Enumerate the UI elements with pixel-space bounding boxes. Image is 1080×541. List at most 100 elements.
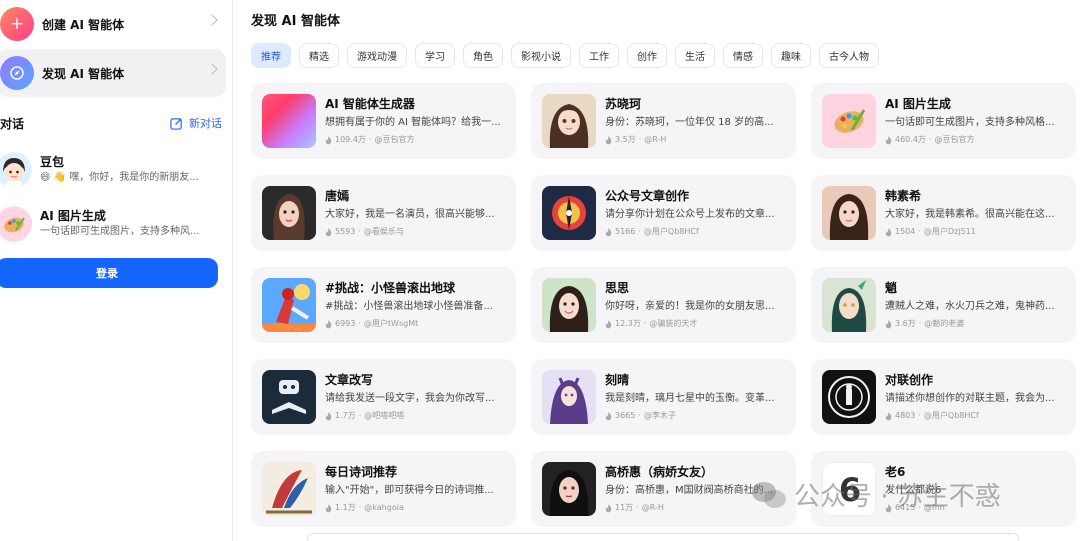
agent-title: #挑战：小怪兽滚出地球 xyxy=(325,281,456,295)
author-name: @豆包官方 xyxy=(374,135,415,144)
sidebar-item-discover-agent[interactable]: 发现 AI 智能体 xyxy=(0,49,226,97)
fire-icon xyxy=(325,319,332,328)
agent-card[interactable]: #挑战：小怪兽滚出地球 #挑战：小怪兽滚出地球小怪兽准备... 6993 · @用户… xyxy=(251,267,516,343)
tab-fun[interactable]: 趣味 xyxy=(771,43,811,68)
agent-description: 一句话即可生成图片，支持多种风格... xyxy=(885,117,1055,128)
agent-thumbnail xyxy=(262,186,316,240)
meta-separator: · xyxy=(358,411,362,420)
agent-card[interactable]: 唐嫣 大家好，我是一名演员，很高兴能够... 5593 · @看娱乐与 xyxy=(251,175,516,251)
agent-card[interactable]: AI 智能体生成器 想拥有属于你的 AI 智能体吗？给我一... 109.4万 ·… xyxy=(251,83,516,159)
usage-count: 6415 xyxy=(895,503,916,512)
agent-card[interactable]: 文章改写 请给我发送一段文字，我会为你改写... 1.7万 · @吧嗒吧嗒 xyxy=(251,359,516,435)
author-name: @豆包官方 xyxy=(934,135,975,144)
conversations-header: 对话 新对话 xyxy=(0,114,222,132)
tab-creation[interactable]: 创作 xyxy=(627,43,667,68)
usage-count: 1.1万 xyxy=(335,503,356,512)
agent-meta: 6415 · @fnn xyxy=(885,502,1067,514)
meta-separator: · xyxy=(638,411,641,420)
agent-thumbnail xyxy=(822,94,876,148)
agent-description: 身份：苏晓珂，一位年仅 18 岁的高... xyxy=(605,117,774,128)
agent-description: 请分享你计划在公众号上发布的文章... xyxy=(605,209,775,220)
tab-characters[interactable]: 角色 xyxy=(463,43,503,68)
agent-description: #挑战：小怪兽滚出地球小怪兽准备... xyxy=(325,301,493,312)
agent-card[interactable]: AI 图片生成 一句话即可生成图片，支持多种风格... 460.4万 · @豆包官方 xyxy=(811,83,1076,159)
tab-work[interactable]: 工作 xyxy=(579,43,619,68)
tab-life[interactable]: 生活 xyxy=(675,43,715,68)
agent-meta: 6993 · @用户tWsgMt xyxy=(325,318,507,330)
author-name: @fnn xyxy=(923,503,945,512)
usage-count: 4803 xyxy=(895,411,916,420)
meta-separator: · xyxy=(918,319,922,328)
plus-icon: + xyxy=(0,7,34,41)
agent-card[interactable]: 公众号文章创作 请分享你计划在公众号上发布的文章... 5166 · @用户Qb8H… xyxy=(531,175,796,251)
agent-title: 公众号文章创作 xyxy=(605,189,690,203)
agent-title: 高桥惠（病娇女友） xyxy=(605,465,714,479)
agent-grid: AI 智能体生成器 想拥有属于你的 AI 智能体吗？给我一... 109.4万 ·… xyxy=(251,83,1077,527)
conversation-name: AI 图片生成 xyxy=(40,209,106,223)
tab-recommended[interactable]: 推荐 xyxy=(251,43,291,68)
author-name: @李木子 xyxy=(643,411,676,420)
agent-meta: 3665 · @李木子 xyxy=(605,410,787,422)
fire-icon xyxy=(885,319,892,328)
fire-icon xyxy=(605,411,612,420)
agent-card[interactable]: 对联创作 请描述你想创作的对联主题，我会为... 4803 · @用户Qb8HCf xyxy=(811,359,1076,435)
agent-description: 遭贼人之难，水火刀兵之难，鬼神药... xyxy=(885,301,1055,312)
agent-title: AI 图片生成 xyxy=(885,97,951,111)
tab-film-novels[interactable]: 影视小说 xyxy=(511,43,571,68)
fire-icon xyxy=(885,135,892,144)
author-name: @骗装的天才 xyxy=(649,319,698,328)
agent-card[interactable]: 苏晓珂 身份：苏晓珂，一位年仅 18 岁的高... 3.5万 · @R-H xyxy=(531,83,796,159)
fire-icon xyxy=(325,227,332,236)
sidebar-item-create-agent[interactable]: + 创建 AI 智能体 xyxy=(0,0,226,48)
author-name: @看娱乐与 xyxy=(363,227,404,236)
meta-separator: · xyxy=(636,503,639,512)
category-tabs: 推荐 精选 游戏动漫 学习 角色 影视小说 工作 创作 生活 情感 趣味 古今人… xyxy=(251,43,879,68)
fire-icon xyxy=(885,503,892,512)
agent-meta: 1504 · @用户Dzj511 xyxy=(885,226,1067,238)
meta-separator: · xyxy=(368,135,372,144)
fire-icon xyxy=(885,227,892,236)
new-chat-button[interactable]: 新对话 xyxy=(170,115,222,131)
conversation-item[interactable]: AI 图片生成 一句话即可生成图片，支持多种风... xyxy=(0,201,222,247)
tab-featured[interactable]: 精选 xyxy=(299,43,339,68)
tab-historical-figures[interactable]: 古今人物 xyxy=(819,43,879,68)
agent-title: 对联创作 xyxy=(885,373,934,387)
agent-meta: 460.4万 · @豆包官方 xyxy=(885,134,1067,146)
avatar xyxy=(0,206,32,242)
agent-card[interactable]: 刻晴 我是刻晴，璃月七星中的玉衡。变革... 3665 · @李木子 xyxy=(531,359,796,435)
agent-description: 身份：高桥惠，M国财阀高桥商社的... xyxy=(605,485,774,496)
conversation-preview: 😄 👋 嘿，你好，我是你的新朋友... xyxy=(40,172,199,183)
agent-card[interactable]: 6 老6 发什么都说6 6415 · @fnn xyxy=(811,451,1076,527)
usage-count: 6993 xyxy=(335,319,356,328)
agent-meta: 1.1万 · @kahgoia xyxy=(325,502,507,514)
chat-input-bar[interactable] xyxy=(307,533,1019,541)
author-name: @用户Dzj511 xyxy=(923,227,976,236)
agent-card[interactable]: 思思 你好呀，亲爱的！我是你的女朋友思... 12.3万 · @骗装的天才 xyxy=(531,267,796,343)
login-button[interactable]: 登录 xyxy=(0,258,218,288)
agent-title: 韩素希 xyxy=(885,189,922,203)
conversations-title: 对话 xyxy=(0,116,25,131)
agent-card[interactable]: 魈 遭贼人之难，水火刀兵之难，鬼神药... 3.6万 · @魈的老婆 xyxy=(811,267,1076,343)
conversation-item[interactable]: 豆包 😄 👋 嘿，你好，我是你的新朋友... xyxy=(0,147,222,193)
author-name: @用户Qb8HCf xyxy=(923,411,979,420)
meta-separator: · xyxy=(638,135,642,144)
agent-card[interactable]: 每日诗词推荐 输入"开始"，即可获得今日的诗词推... 1.1万 · @kahgoi… xyxy=(251,451,516,527)
meta-separator: · xyxy=(918,503,921,512)
agent-thumbnail xyxy=(542,370,596,424)
tab-games-anime[interactable]: 游戏动漫 xyxy=(347,43,407,68)
agent-thumbnail xyxy=(542,462,596,516)
agent-description: 你好呀，亲爱的！我是你的女朋友思... xyxy=(605,301,775,312)
chevron-right-icon xyxy=(206,14,218,26)
fire-icon xyxy=(605,135,612,144)
agent-card[interactable]: 韩素希 大家好，我是韩素希。很高兴能在这... 1504 · @用户Dzj511 xyxy=(811,175,1076,251)
agent-thumbnail xyxy=(542,94,596,148)
author-name: @用户tWsgMt xyxy=(363,319,419,328)
usage-count: 1.7万 xyxy=(335,411,356,420)
usage-count: 11万 xyxy=(615,503,634,512)
tab-study[interactable]: 学习 xyxy=(415,43,455,68)
usage-count: 5166 xyxy=(615,227,636,236)
agent-card[interactable]: 高桥惠（病娇女友） 身份：高桥惠，M国财阀高桥商社的... 11万 · @R-H xyxy=(531,451,796,527)
tab-emotion[interactable]: 情感 xyxy=(723,43,763,68)
compass-icon xyxy=(0,56,34,90)
new-chat-label: 新对话 xyxy=(189,117,222,130)
